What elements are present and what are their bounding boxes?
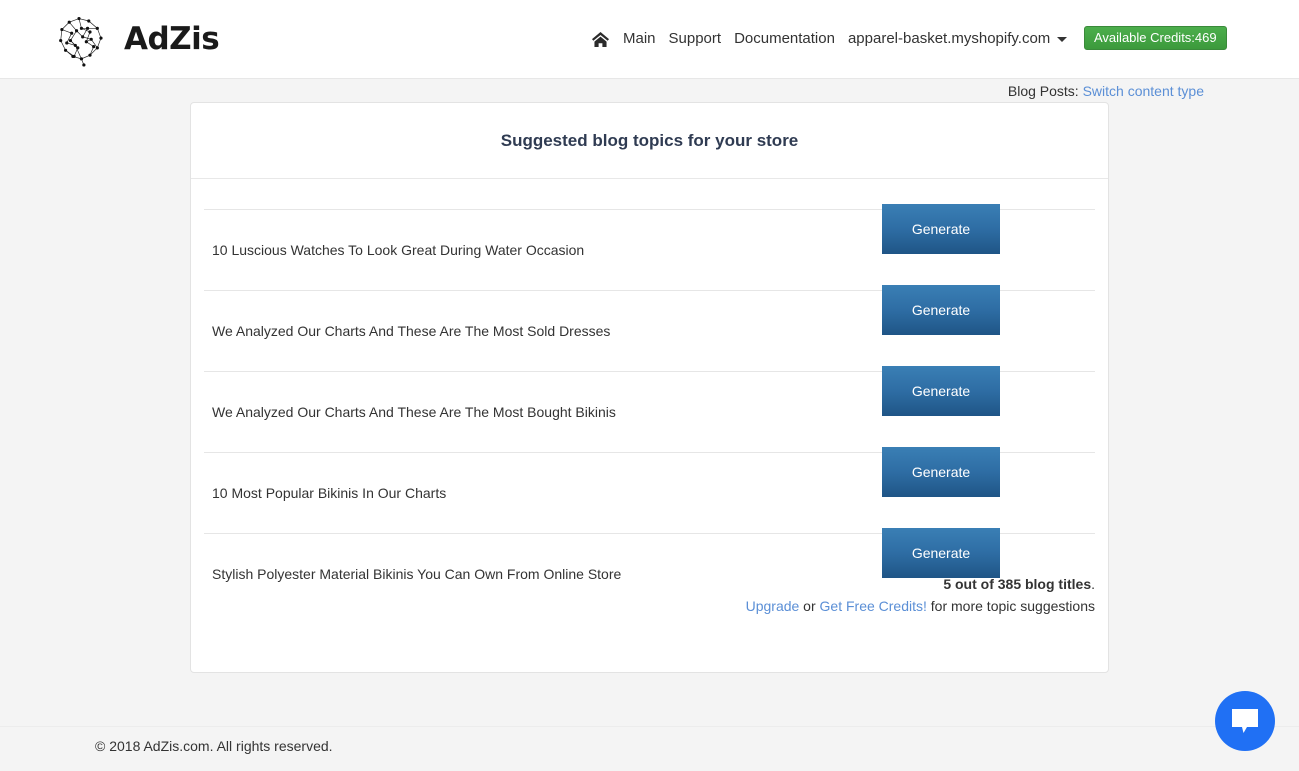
table-row: 10 Luscious Watches To Look Great During… [204,204,1095,290]
or-text: or [799,598,820,614]
table-row: 10 Most Popular Bikinis In Our Charts Ge… [204,447,1095,533]
brain-network-icon [59,16,103,67]
top-navbar: AdZis Main Support Documentation apparel… [0,0,1299,79]
nav-item-documentation[interactable]: Documentation [734,29,835,49]
get-free-credits-link[interactable]: Get Free Credits! [820,598,927,614]
title-count: 5 out of 385 blog titles [943,576,1092,592]
table-row: We Analyzed Our Charts And These Are The… [204,285,1095,371]
nav-item-support[interactable]: Support [669,29,722,49]
topic-list: 10 Luscious Watches To Look Great During… [191,179,1108,614]
generate-button[interactable]: Generate [882,447,1000,497]
content-type-label: Blog Posts: [1007,83,1079,99]
brand-name: AdZis [124,20,220,57]
generate-button[interactable]: Generate [882,528,1000,578]
copyright-text: © 2018 AdZis.com. All rights reserved. [95,738,333,754]
nav-item-main[interactable]: Main [623,29,656,49]
suggested-topics-card: Suggested blog topics for your store 10 … [190,102,1109,673]
content-type-bar: Blog Posts: Switch content type [0,80,1299,102]
store-dropdown[interactable]: apparel-basket.myshopify.com [847,29,1068,49]
store-dropdown-label: apparel-basket.myshopify.com [847,30,1051,47]
card-footer: 5 out of 385 blog titles. Upgrade or Get… [191,573,1108,617]
chat-bubble-icon [1232,709,1258,733]
home-icon[interactable] [591,31,610,48]
title-count-line: 5 out of 385 blog titles. [191,573,1095,595]
page-footer: © 2018 AdZis.com. All rights reserved. [0,726,1299,771]
nav-links: Main Support Documentation apparel-baske… [591,26,1068,52]
generate-button[interactable]: Generate [882,366,1000,416]
title-count-period: . [1091,576,1095,592]
brand-logo-link[interactable]: AdZis [48,8,220,70]
switch-content-type-link[interactable]: Switch content type [1083,83,1204,99]
chat-widget-button[interactable] [1215,691,1275,751]
topic-title: We Analyzed Our Charts And These Are The… [212,323,611,339]
topic-title: 10 Luscious Watches To Look Great During… [212,242,585,258]
upgrade-line: Upgrade or Get Free Credits! for more to… [191,595,1095,617]
topic-title: 10 Most Popular Bikinis In Our Charts [212,485,447,501]
generate-button[interactable]: Generate [882,285,1000,335]
caret-down-icon [1057,36,1068,42]
table-row: We Analyzed Our Charts And These Are The… [204,366,1095,452]
available-credits-button[interactable]: Available Credits:469 [1084,26,1227,50]
generate-button[interactable]: Generate [882,204,1000,254]
suggestion-text: for more topic suggestions [926,598,1095,614]
topic-title: We Analyzed Our Charts And These Are The… [212,404,616,420]
upgrade-link[interactable]: Upgrade [746,598,800,614]
card-title: Suggested blog topics for your store [500,131,799,150]
